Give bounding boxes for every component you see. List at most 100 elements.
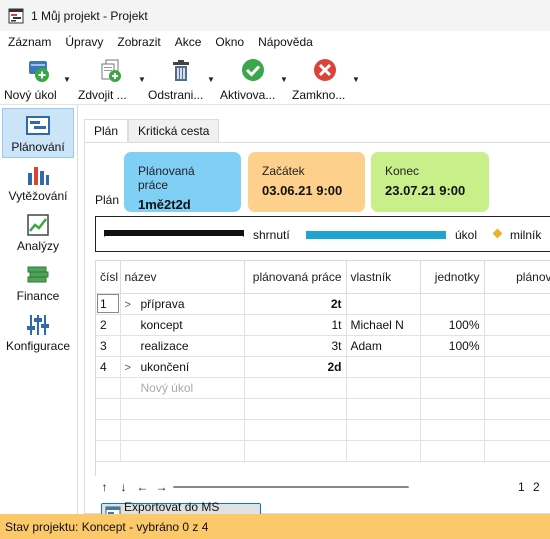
main-area: Plán Kritická cesta Plánovaná práce 1mě2… <box>80 105 550 528</box>
row-schedule-cell[interactable]: M <box>484 335 550 357</box>
move-down-icon[interactable]: ↓ <box>114 480 133 494</box>
lock-dropdown-icon[interactable]: ▼ <box>352 75 360 84</box>
expand-chevron-icon[interactable]: > <box>125 362 141 374</box>
sidebar-label-workload: Vytěžování <box>8 189 68 203</box>
row-units-cell[interactable] <box>420 356 485 378</box>
row-number-cell[interactable]: 3 <box>96 335 121 357</box>
new-task-dropdown-icon[interactable]: ▼ <box>63 75 71 84</box>
duplicate-button[interactable]: Zdvojit ... ▼ <box>78 53 146 105</box>
analysis-icon <box>27 214 49 236</box>
activate-dropdown-icon[interactable]: ▼ <box>280 75 288 84</box>
gantt-legend: shrnutí úkol milník <box>95 216 550 252</box>
column-header-planned-work[interactable]: plánovaná práce <box>244 261 347 294</box>
grid-header-row: čísl název plánovaná práce vlastník jedn… <box>96 261 550 294</box>
row-schedule-cell[interactable] <box>484 356 550 378</box>
legend-summary-label: shrnutí <box>253 228 290 242</box>
row-name-cell[interactable]: > příprava <box>120 293 245 315</box>
plan-section-label: Plán <box>95 193 120 207</box>
column-header-units[interactable]: jednotky <box>420 261 485 294</box>
empty-row <box>96 398 550 420</box>
legend-task-label: úkol <box>455 228 478 242</box>
planned-work-value: 1mě2t2d <box>138 197 191 212</box>
legend-milestone-label: milník <box>510 228 542 242</box>
table-row[interactable]: 4 > ukončení 2d <box>96 356 550 378</box>
row-name-text: realizace <box>140 338 189 353</box>
toolbar: Nový úkol ▼ Zdvojit ... ▼ Odstrani... ▼ <box>0 53 550 105</box>
planned-work-label: Plánovaná práce <box>138 164 195 192</box>
menu-edit[interactable]: Úpravy <box>58 31 110 53</box>
duplicate-dropdown-icon[interactable]: ▼ <box>138 75 146 84</box>
menu-bar: Záznam Úpravy Zobrazit Akce Okno Nápověd… <box>0 31 550 53</box>
row-schedule-cell[interactable] <box>484 293 550 315</box>
sidebar-label-planning: Plánování <box>11 140 65 154</box>
remove-button[interactable]: Odstrani... ▼ <box>148 53 215 105</box>
row-units-cell[interactable] <box>420 293 485 315</box>
row-number-cell[interactable]: 1 <box>96 293 121 315</box>
row-work-cell[interactable]: 1t <box>244 314 347 336</box>
sidebar-item-finance[interactable]: Finance <box>0 258 76 308</box>
start-label: Začátek <box>262 164 305 178</box>
row-name-cell[interactable]: realizace <box>120 335 245 357</box>
tab-plan[interactable]: Plán <box>84 119 129 143</box>
expand-chevron-icon[interactable]: > <box>125 299 141 311</box>
row-owner-cell[interactable]: Adam <box>346 335 421 357</box>
workload-icon <box>28 167 49 185</box>
column-header-name[interactable]: název <box>120 261 245 294</box>
milestone-diamond-icon <box>492 228 503 239</box>
row-owner-cell[interactable] <box>346 293 421 315</box>
row-work-cell[interactable]: 3t <box>244 335 347 357</box>
new-task-button[interactable]: Nový úkol ▼ <box>4 53 71 105</box>
move-right-icon[interactable]: → <box>152 480 171 494</box>
app-icon <box>8 8 24 23</box>
finance-icon <box>27 266 49 283</box>
lock-button[interactable]: Zamkno... ▼ <box>292 53 360 105</box>
move-up-icon[interactable]: ↑ <box>95 480 114 494</box>
sidebar-item-workload[interactable]: Vytěžování <box>0 158 76 208</box>
column-header-schedule[interactable]: plánovat <box>484 261 550 294</box>
sidebar-item-configuration[interactable]: Konfigurace <box>0 308 76 358</box>
column-header-number[interactable]: čísl <box>96 261 121 294</box>
menu-record[interactable]: Záznam <box>0 31 58 53</box>
sidebar-item-analysis[interactable]: Analýzy <box>0 208 76 258</box>
horizontal-scrollbar[interactable] <box>173 486 409 488</box>
sidebar-item-planning[interactable]: Plánování <box>2 108 74 158</box>
tab-strip: Plán Kritická cesta <box>84 119 220 143</box>
row-owner-cell[interactable] <box>346 356 421 378</box>
window-title: 1 Můj projekt - Projekt <box>31 8 148 23</box>
column-header-owner[interactable]: vlastník <box>346 261 421 294</box>
row-number-cell[interactable]: 2 <box>96 314 121 336</box>
new-task-icon <box>29 61 49 82</box>
page-indicator-1: 1 <box>518 480 525 494</box>
menu-help[interactable]: Nápověda <box>251 31 320 53</box>
remove-dropdown-icon[interactable]: ▼ <box>207 75 215 84</box>
row-owner-cell[interactable]: Michael N <box>346 314 421 336</box>
row-units-cell[interactable]: 100% <box>420 335 485 357</box>
menu-view[interactable]: Zobrazit <box>110 31 167 53</box>
start-card: Začátek 03.06.21 9:00 <box>248 152 365 212</box>
activate-button[interactable]: Aktivova... ▼ <box>220 53 288 105</box>
row-name-text: ukončení <box>140 359 190 374</box>
move-left-icon[interactable]: ← <box>133 480 152 494</box>
configuration-icon <box>27 315 49 335</box>
row-name-cell[interactable]: koncept <box>120 314 245 336</box>
status-text: Stav projektu: Koncept - vybráno 0 z 4 <box>5 519 209 534</box>
new-task-row[interactable]: Nový úkol <box>96 377 550 399</box>
menu-action[interactable]: Akce <box>168 31 209 53</box>
duplicate-label: Zdvojit ... <box>78 88 127 102</box>
row-work-cell[interactable]: 2t <box>244 293 347 315</box>
row-work-cell[interactable]: 2d <box>244 356 347 378</box>
planned-work-card: Plánovaná práce 1mě2t2d <box>124 152 241 212</box>
empty-row <box>96 440 550 462</box>
row-number-cell[interactable]: 4 <box>96 356 121 378</box>
table-row[interactable]: 3 realizace 3t Adam 100% M <box>96 335 550 357</box>
new-task-placeholder[interactable]: Nový úkol <box>120 377 245 399</box>
row-name-cell[interactable]: > ukončení <box>120 356 245 378</box>
row-units-cell[interactable]: 100% <box>420 314 485 336</box>
status-bar: Stav projektu: Koncept - vybráno 0 z 4 <box>0 514 550 539</box>
menu-window[interactable]: Okno <box>208 31 251 53</box>
row-name-text: koncept <box>140 317 183 332</box>
tab-critical-path[interactable]: Kritická cesta <box>128 119 220 142</box>
table-row[interactable]: 2 koncept 1t Michael N 100% M <box>96 314 550 336</box>
row-schedule-cell[interactable]: M <box>484 314 550 336</box>
table-row[interactable]: 1 > příprava 2t <box>96 293 550 315</box>
